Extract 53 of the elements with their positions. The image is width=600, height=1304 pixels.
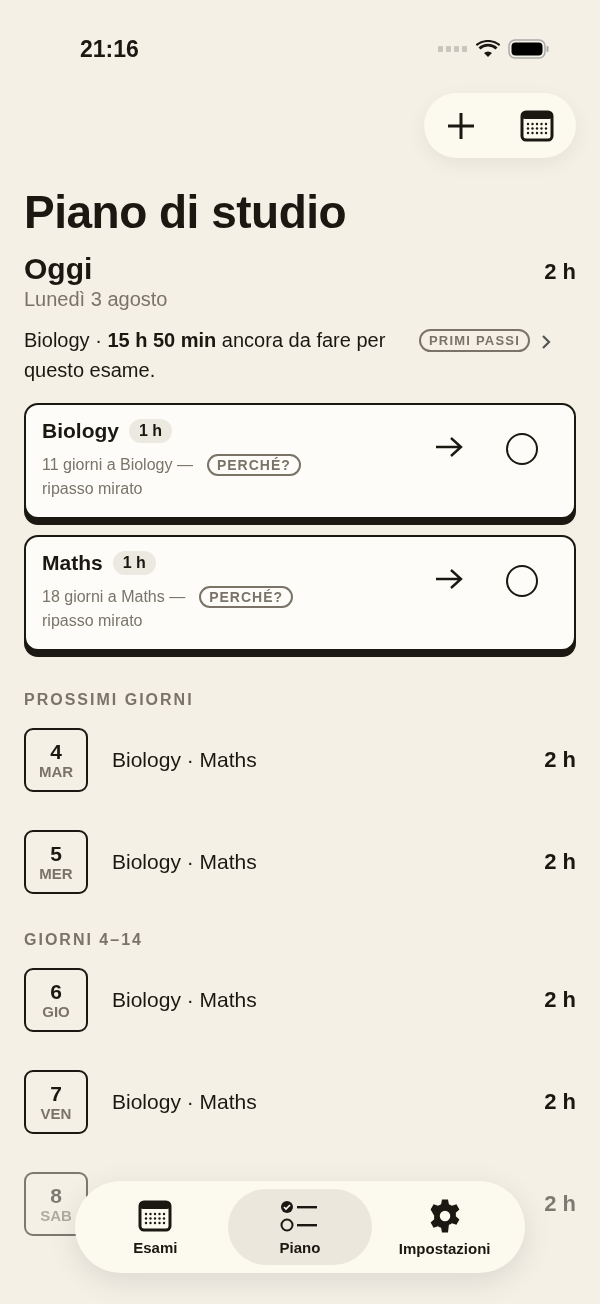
checklist-icon (280, 1198, 320, 1233)
subject-name: Maths (42, 551, 103, 575)
day-number: 8 (50, 1184, 62, 1207)
weekday-label: SAB (40, 1206, 72, 1224)
section-header: PROSSIMI GIORNI (24, 691, 194, 709)
plus-icon (446, 110, 476, 141)
duration-tag: 1 h (112, 551, 156, 575)
section-header: GIORNI 4–14 (24, 931, 143, 949)
day-subjects: Biology · Maths (112, 748, 258, 772)
tab[interactable]: Piano (227, 1189, 373, 1265)
date-label: Lunedì 3 agosto (23, 287, 169, 311)
weekday-label: MER (39, 864, 73, 882)
subject-name: Biology (42, 419, 119, 443)
arrow-right-icon[interactable] (434, 567, 464, 591)
section-title: Oggi (24, 252, 93, 286)
weekday-label: MAR (38, 762, 74, 780)
calendar-icon (138, 1198, 173, 1233)
tab[interactable]: Esami (83, 1189, 228, 1265)
session-note: 11 giorni a Biology — (42, 456, 193, 473)
day-number: 5 (50, 842, 62, 865)
page-title: Piano di studio (24, 185, 347, 240)
wifi-icon (476, 40, 500, 58)
duration-tag: 1 h (129, 419, 173, 443)
why-button[interactable]: PERCHÉ? (199, 586, 294, 608)
tab[interactable]: Impostazioni (372, 1189, 517, 1265)
day-hours: 2 h (544, 1089, 576, 1115)
why-button[interactable]: PERCHÉ? (206, 454, 301, 476)
calendar-icon (520, 108, 554, 143)
completion-circle[interactable] (506, 433, 538, 465)
status-time: 21:16 (80, 35, 139, 63)
day-number: 4 (50, 740, 62, 763)
level-tag: PRIMI PASSI (419, 329, 530, 352)
session-note: 18 giorni a Maths — (42, 588, 186, 605)
weekday-label: VEN (40, 1104, 72, 1122)
day-hours: 2 h (544, 849, 576, 875)
arrow-right-icon[interactable] (434, 435, 464, 459)
day-subjects: Biology · Maths (112, 988, 258, 1012)
chevron-right-icon[interactable] (540, 333, 552, 351)
day-number: 7 (50, 1082, 62, 1105)
total-hours: 2 h (544, 259, 576, 285)
session-note: ripasso mirato (42, 480, 143, 497)
day-hours: 2 h (544, 747, 576, 773)
day-number: 6 (50, 980, 62, 1003)
session-note: ripasso mirato (42, 612, 143, 629)
day-subjects: Biology · Maths (112, 1090, 258, 1114)
day-hours: 2 h (544, 987, 576, 1013)
completion-circle[interactable] (506, 565, 538, 597)
day-hours: 2 h (544, 1191, 576, 1217)
exam-summary: Biology · 15 h 50 min ancora da fare per questo esame. (24, 328, 387, 383)
weekday-label: GIO (42, 1002, 70, 1020)
battery-icon (508, 39, 550, 59)
signal-icon (438, 46, 468, 52)
day-subjects: Biology · Maths (112, 850, 258, 874)
